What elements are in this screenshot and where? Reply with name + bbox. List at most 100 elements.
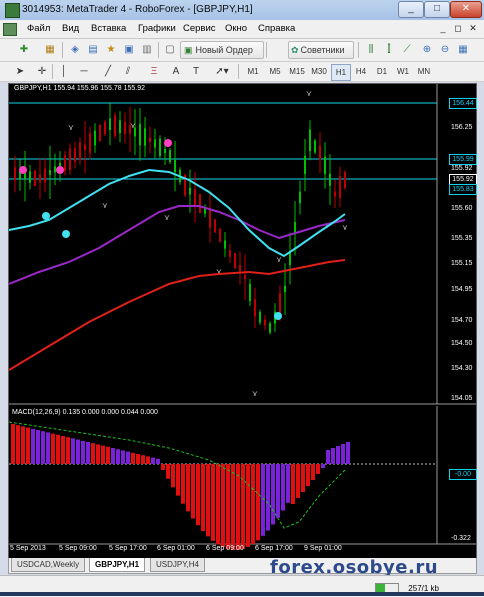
navigator-icon[interactable]: ★ — [102, 41, 120, 59]
candle-body — [344, 171, 346, 189]
horizontal-line-icon[interactable]: ─ — [76, 63, 92, 81]
cursor-icon[interactable]: ➤ — [12, 63, 28, 81]
macd-bar — [31, 428, 35, 464]
price-chart[interactable]: ⋎⋎⋎⋎⋎⋎⋎⋎⋎ ⋎ — [9, 84, 476, 559]
fractal-arrow: ⋎ — [342, 223, 348, 232]
candle-body — [14, 167, 16, 181]
menu-window[interactable]: Окно — [225, 23, 247, 34]
maximize-button[interactable]: □ — [424, 1, 450, 18]
fibonacci-icon[interactable]: Ξ — [146, 63, 162, 81]
macd-bar — [321, 464, 325, 468]
candle-body — [94, 130, 96, 146]
timeframe-h1[interactable]: H1 — [331, 64, 351, 81]
macd-bar — [336, 446, 340, 464]
candle-body — [144, 128, 146, 146]
candlestick-icon[interactable]: ⫿ — [380, 41, 398, 59]
macd-bar — [116, 449, 120, 464]
macd-bar — [66, 437, 70, 464]
timeframe-m30[interactable]: M30 — [309, 64, 329, 79]
candle-body — [229, 250, 231, 257]
macd-bar — [311, 464, 315, 480]
macd-bar — [221, 464, 225, 548]
mdi-restore-button[interactable]: ◻ — [452, 23, 464, 34]
macd-bar — [56, 434, 60, 464]
menu-file[interactable]: Файл — [27, 23, 50, 34]
candle-body — [264, 319, 266, 326]
timeframe-d1[interactable]: D1 — [373, 64, 391, 79]
data-window-icon[interactable]: ▤ — [84, 41, 102, 59]
macd-bar — [176, 464, 180, 496]
text-icon[interactable]: A — [168, 63, 184, 81]
child-window-icon[interactable] — [3, 23, 17, 36]
close-button[interactable]: ✕ — [450, 1, 482, 18]
macd-bar — [51, 433, 55, 464]
candle-body — [319, 145, 321, 160]
vertical-line-icon[interactable]: │ — [56, 63, 72, 81]
tab-gbpjpy-h1[interactable]: GBPJPY,H1 — [89, 558, 146, 572]
candle-body — [189, 187, 191, 195]
app-icon — [5, 3, 20, 18]
market-watch-icon[interactable]: ◈ — [66, 41, 84, 59]
menu-view[interactable]: Вид — [62, 23, 79, 34]
history-icon[interactable]: ▢ — [162, 41, 178, 59]
signal-dot — [42, 212, 50, 220]
tester-icon[interactable]: ▥ — [138, 41, 156, 59]
bar-chart-icon[interactable]: ⫼ — [362, 41, 380, 59]
price-axis-label: 154.05 — [451, 395, 473, 402]
price-axis-label: 154.95 — [451, 286, 473, 293]
line-chart-icon[interactable]: ⟋ — [398, 41, 416, 59]
tab-usdcad-weekly[interactable]: USDCAD,Weekly — [11, 558, 86, 572]
macd-bar — [291, 464, 295, 504]
price-axis-label: 155.60 — [451, 205, 473, 212]
menu-help[interactable]: Справка — [258, 23, 295, 34]
macd-bar — [71, 438, 75, 464]
tab-usdjpy-h4[interactable]: USDJPY,H4 — [150, 558, 205, 572]
profiles-icon[interactable]: ▦ — [40, 41, 60, 59]
timeframe-mn[interactable]: MN — [415, 64, 433, 79]
macd-bar — [16, 425, 20, 464]
timeframe-m15[interactable]: M15 — [287, 64, 307, 79]
menu-insert[interactable]: Вставка — [91, 23, 126, 34]
arrows-icon[interactable]: ➚▾ — [210, 63, 234, 81]
zoom-in-icon[interactable]: ⊕ — [418, 41, 436, 59]
candle-body — [89, 133, 91, 153]
channel-icon[interactable]: ⫽ — [120, 63, 136, 81]
timeframe-h4[interactable]: H4 — [352, 64, 370, 79]
minimize-button[interactable]: _ — [398, 1, 424, 18]
candle-body — [289, 252, 291, 266]
mdi-minimize-button[interactable]: _ — [437, 23, 449, 34]
candle-body — [304, 155, 306, 175]
candle-body — [329, 173, 331, 186]
macd-bar — [126, 451, 130, 464]
macd-bar — [281, 464, 285, 511]
fractal-arrow: ⋎ — [252, 389, 258, 398]
signal-dot — [274, 312, 282, 320]
expert-advisors-button[interactable]: ✿ Советники — [288, 41, 354, 59]
menu-tools[interactable]: Сервис — [183, 23, 216, 34]
price-axis-label: 154.70 — [451, 317, 473, 324]
terminal-icon[interactable]: ▣ — [120, 41, 138, 59]
price-axis-label: 155.92 — [451, 165, 473, 172]
menu-charts[interactable]: Графики — [138, 23, 176, 34]
macd-bar — [166, 464, 170, 479]
time-axis-label: 5 Sep 17:00 — [109, 545, 147, 552]
timeframe-w1[interactable]: W1 — [394, 64, 412, 79]
label-icon[interactable]: T — [188, 63, 204, 81]
macd-bar — [226, 464, 230, 550]
macd-bar — [231, 464, 235, 550]
candle-body — [299, 191, 301, 204]
menu-bar: Файл Вид Вставка Графики Сервис Окно Спр… — [0, 20, 484, 39]
new-chart-icon[interactable]: ✚ — [12, 41, 36, 59]
chart-window[interactable]: ⋎ ⋎ ⋎ ⋎ ⋎ ⋎ ⋎ ⋎ ⋎ ⋎ GBPJPY,H1 155.94 155.96 155.7… — [8, 83, 477, 560]
macd-bar — [136, 454, 140, 464]
timeframe-m5[interactable]: M5 — [266, 64, 284, 79]
crosshair-icon[interactable]: ✛ — [34, 63, 50, 81]
mdi-close-button[interactable]: ✕ — [467, 23, 479, 34]
macd-bar — [161, 464, 165, 470]
zoom-out-icon[interactable]: ⊖ — [436, 41, 454, 59]
candle-body — [84, 144, 86, 150]
trendline-icon[interactable]: ╱ — [100, 63, 116, 81]
timeframe-m1[interactable]: M1 — [244, 64, 262, 79]
tile-icon[interactable]: ▦ — [454, 41, 472, 59]
new-order-button[interactable]: ▣ Новый Ордер — [180, 41, 264, 59]
